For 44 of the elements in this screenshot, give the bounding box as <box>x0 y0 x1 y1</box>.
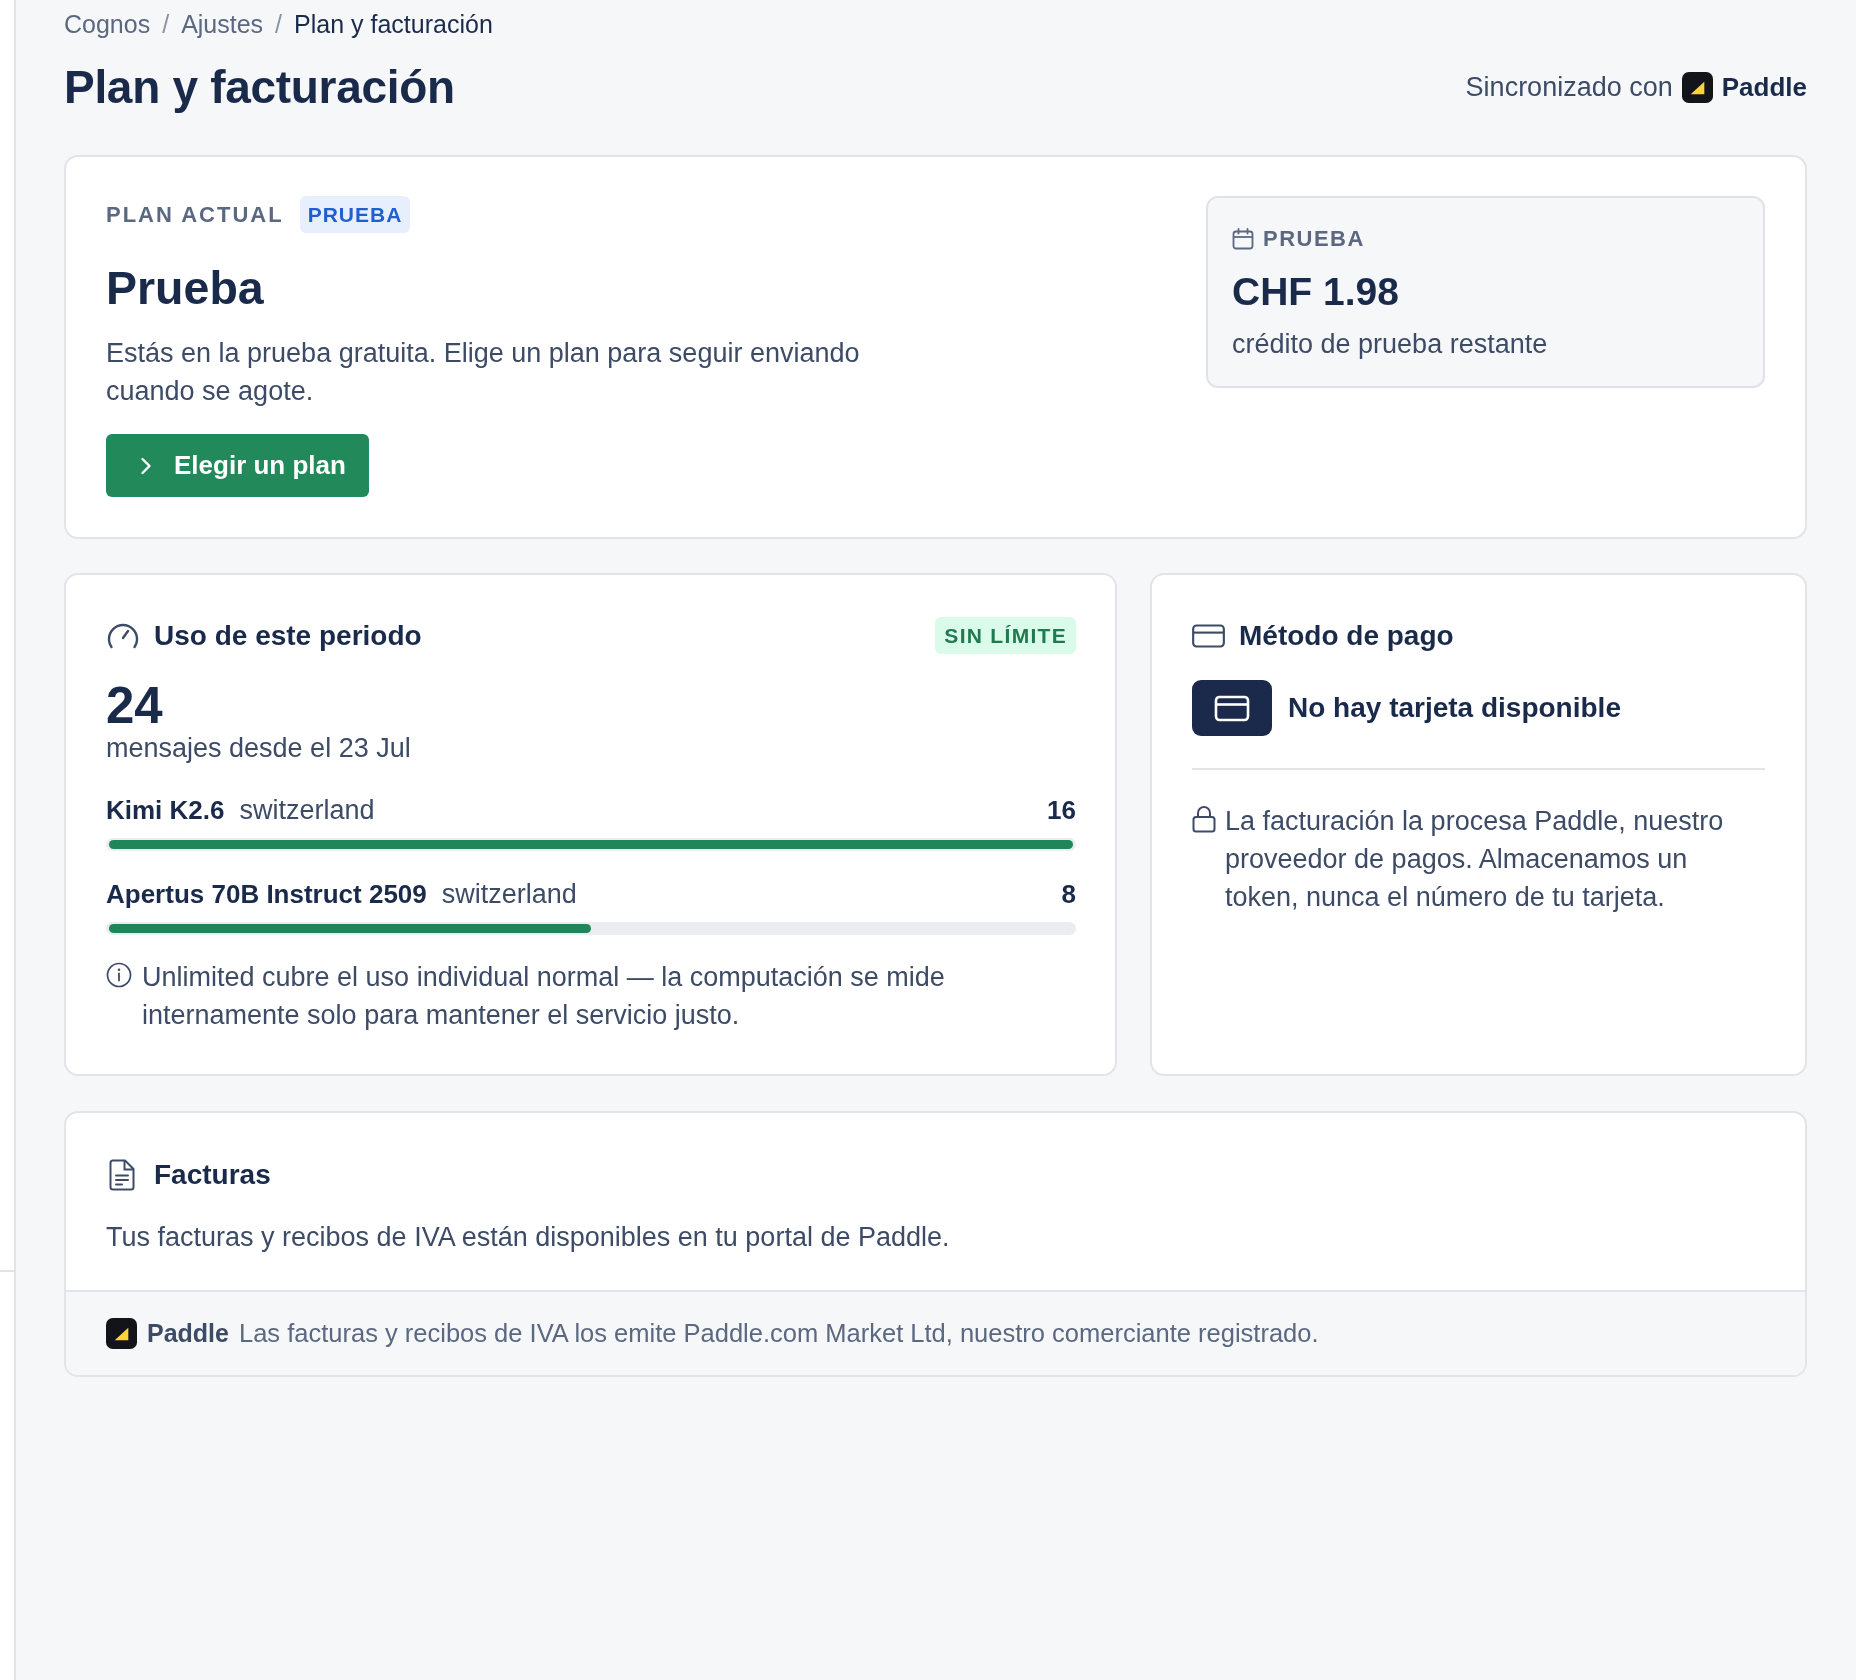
plan-label: PLAN ACTUAL <box>106 201 284 228</box>
trial-label: PRUEBA <box>1263 227 1365 251</box>
trial-amount: CHF 1.98 <box>1232 269 1399 315</box>
model-count: 8 <box>1061 878 1076 910</box>
invoices-title: Facturas <box>154 1158 271 1192</box>
info-icon <box>106 962 132 988</box>
breadcrumb-item[interactable]: Cognos <box>64 10 151 38</box>
invoices-description: Tus facturas y recibos de IVA están disponibles en tu portal de Paddle. <box>106 1221 950 1254</box>
model-region: switzerland <box>239 794 375 826</box>
footer-text: Las facturas y recibos de IVA los emite Paddle.com Market Ltd, nuestro comerciante registrado. <box>239 1319 1319 1348</box>
breadcrumb-item[interactable]: Ajustes <box>181 10 264 38</box>
breadcrumb-item: Plan y facturación <box>294 10 493 38</box>
lock-icon <box>1192 805 1216 833</box>
message-caption: mensajes desde el 23 Jul <box>106 733 411 763</box>
usage-note: Unlimited cubre el uso individual normal — la computación se mide internamente solo para mantener el servicio justo. <box>142 961 946 1032</box>
provider-name: Paddle <box>1721 71 1807 103</box>
model-name: Apertus 70B Instruct 2509 <box>106 878 427 910</box>
choose-plan-button[interactable]: Elegir un plan <box>106 434 369 497</box>
message-count: 24 <box>106 679 163 733</box>
breadcrumb-separator: / <box>275 10 283 38</box>
model-count: 16 <box>1047 794 1076 826</box>
calendar-icon <box>1232 228 1254 250</box>
credit-card-icon <box>1192 680 1272 736</box>
plan-name: Prueba <box>106 261 264 315</box>
breadcrumb-separator: / <box>162 10 170 38</box>
paddle-logo-icon <box>106 1318 137 1349</box>
payment-note: La facturación la procesa Paddle, nuestro proveedor de pagos. Almacenamos un token, nunca el número de tu tarjeta. <box>1225 805 1725 914</box>
provider-name: Paddle <box>147 1319 229 1348</box>
page-title: Plan y facturación <box>64 60 455 114</box>
usage-title: Uso de este periodo <box>154 619 422 653</box>
gauge-icon <box>106 621 140 650</box>
chevron-right-icon <box>140 455 152 476</box>
plan-badge: PRUEBA <box>299 196 411 233</box>
card-status: No hay tarjeta disponible <box>1288 692 1621 724</box>
model-region: switzerland <box>441 878 577 910</box>
plan-description: Estás en la prueba gratuita. Elige un plan para seguir enviando cuando se agote. <box>106 337 861 408</box>
payment-title: Método de pago <box>1239 619 1454 653</box>
model-name: Kimi K2.6 <box>106 794 225 826</box>
unlimited-badge: SIN LÍMITE <box>935 617 1076 654</box>
sync-label: Sincronizado con <box>1465 71 1673 103</box>
trial-caption: crédito de prueba restante <box>1232 329 1548 359</box>
paddle-logo-icon <box>1681 71 1713 103</box>
credit-card-icon <box>1192 623 1225 648</box>
document-icon <box>109 1158 135 1191</box>
